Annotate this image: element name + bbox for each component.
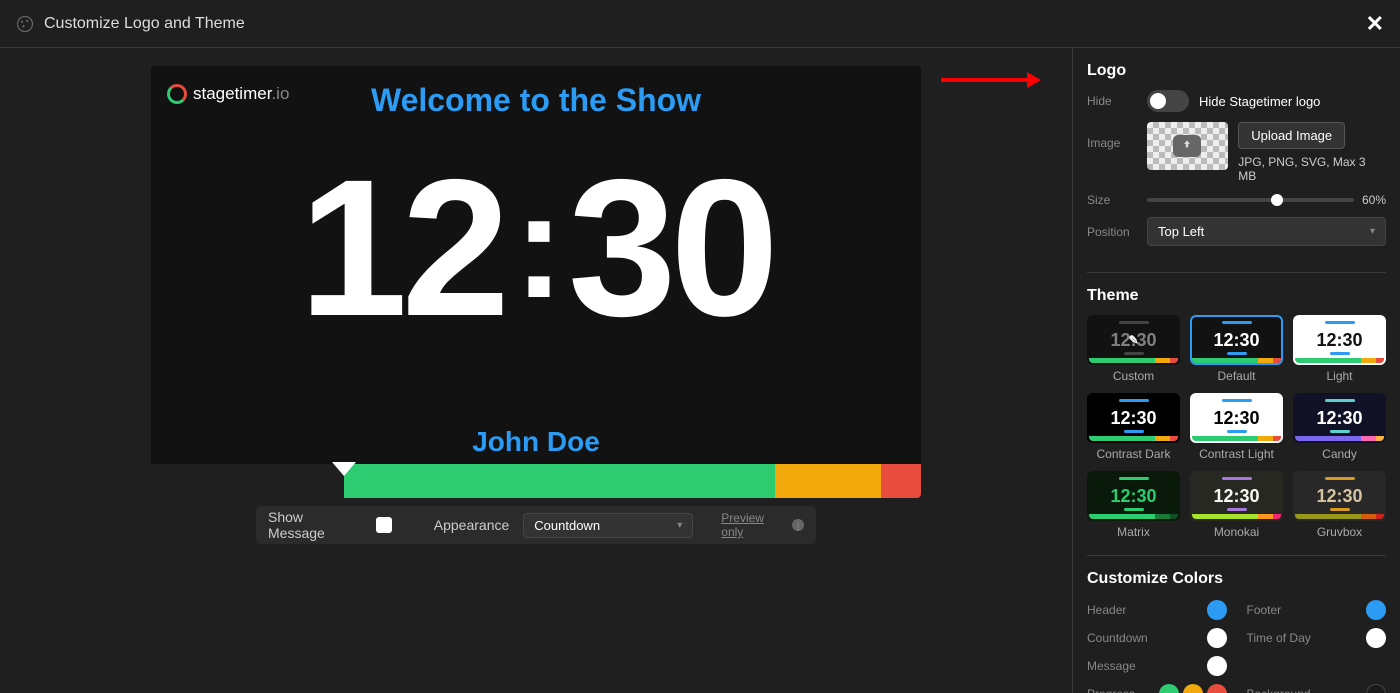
- logo-image-placeholder[interactable]: [1147, 122, 1229, 170]
- appearance-label: Appearance: [434, 517, 510, 533]
- theme-option-monokai[interactable]: 12:30Monokai: [1190, 471, 1283, 539]
- size-slider[interactable]: [1147, 198, 1354, 202]
- theme-option-contrast-light[interactable]: 12:30Contrast Light: [1190, 393, 1283, 461]
- preview-controls: Show Message Appearance Countdown ▾ Prev…: [256, 506, 816, 544]
- colors-heading: Customize Colors: [1087, 570, 1386, 588]
- theme-name: Contrast Dark: [1087, 447, 1180, 461]
- pointer-arrow: [931, 72, 1041, 88]
- upload-icon: [1173, 135, 1201, 157]
- hide-label: Hide: [1087, 94, 1137, 108]
- color-row-countdown: Countdown: [1087, 628, 1227, 648]
- upload-image-button[interactable]: Upload Image: [1238, 122, 1345, 149]
- color-label: Countdown: [1087, 631, 1148, 645]
- time-seconds: 30: [568, 139, 773, 357]
- color-swatch[interactable]: [1366, 600, 1386, 620]
- size-label: Size: [1087, 193, 1137, 207]
- logo-heading: Logo: [1087, 62, 1386, 80]
- theme-option-default[interactable]: 12:30Default: [1190, 315, 1283, 383]
- theme-name: Candy: [1293, 447, 1386, 461]
- color-swatch[interactable]: [1207, 656, 1227, 676]
- dialog-header: Customize Logo and Theme ✕: [0, 0, 1400, 48]
- color-row-time-of-day: Time of Day: [1247, 628, 1387, 648]
- theme-option-custom[interactable]: 12:30✎Custom: [1087, 315, 1180, 383]
- settings-sidebar: Logo Hide Hide Stagetimer logo Image Upl…: [1072, 48, 1400, 693]
- info-icon: i: [792, 519, 804, 531]
- theme-heading: Theme: [1087, 287, 1386, 305]
- color-swatch[interactable]: [1207, 628, 1227, 648]
- dialog-title: Customize Logo and Theme: [44, 15, 245, 33]
- theme-name: Monokai: [1190, 525, 1283, 539]
- theme-name: Custom: [1087, 369, 1180, 383]
- position-label: Position: [1087, 225, 1137, 239]
- color-label: Message: [1087, 659, 1136, 673]
- color-swatch[interactable]: [1207, 684, 1227, 693]
- color-label: Progress: [1087, 687, 1135, 693]
- chevron-down-icon: ▾: [1370, 226, 1375, 237]
- theme-section: Theme 12:30✎Custom12:30Default12:30Light…: [1087, 287, 1386, 556]
- theme-name: Matrix: [1087, 525, 1180, 539]
- color-swatch[interactable]: [1183, 684, 1203, 693]
- theme-name: Light: [1293, 369, 1386, 383]
- stagetimer-logo-icon: [167, 84, 187, 104]
- appearance-select[interactable]: Countdown ▾: [523, 513, 693, 538]
- color-row-header: Header: [1087, 600, 1227, 620]
- color-swatch[interactable]: [1366, 684, 1386, 693]
- color-label: Time of Day: [1247, 631, 1311, 645]
- preview-time: 12:30: [151, 151, 921, 346]
- color-swatch[interactable]: [1366, 628, 1386, 648]
- appearance-value: Countdown: [534, 518, 600, 533]
- chevron-down-icon: ▾: [677, 520, 682, 531]
- customize-colors-section: Customize Colors Header Footer Countdown Ti…: [1087, 570, 1386, 693]
- color-label: Background: [1247, 687, 1311, 693]
- color-row-footer: Footer: [1247, 600, 1387, 620]
- logo-section: Logo Hide Hide Stagetimer logo Image Upl…: [1087, 62, 1386, 273]
- theme-option-contrast-dark[interactable]: 12:30Contrast Dark: [1087, 393, 1180, 461]
- theme-name: Default: [1190, 369, 1283, 383]
- size-value: 60%: [1362, 193, 1386, 207]
- theme-option-candy[interactable]: 12:30Candy: [1293, 393, 1386, 461]
- preview-footer: John Doe: [151, 426, 921, 458]
- hide-logo-toggle[interactable]: [1147, 90, 1189, 112]
- theme-option-matrix[interactable]: 12:30Matrix: [1087, 471, 1180, 539]
- theme-name: Gruvbox: [1293, 525, 1386, 539]
- color-swatch[interactable]: [1159, 684, 1179, 693]
- theme-name: Contrast Light: [1190, 447, 1283, 461]
- position-select[interactable]: Top Left ▾: [1147, 217, 1386, 246]
- hide-logo-text: Hide Stagetimer logo: [1199, 94, 1320, 109]
- color-label: Header: [1087, 603, 1126, 617]
- logo-brand: stagetimer: [193, 84, 271, 103]
- stagetimer-logo: stagetimer.io: [167, 84, 289, 104]
- image-label: Image: [1087, 122, 1137, 150]
- timer-preview: stagetimer.io Welcome to the Show 12:30 …: [151, 66, 921, 498]
- time-minutes: 12: [299, 139, 504, 357]
- color-row-message: Message: [1087, 656, 1227, 676]
- upload-hint: JPG, PNG, SVG, Max 3 MB: [1238, 155, 1386, 183]
- show-message-label: Show Message: [268, 509, 362, 541]
- close-icon[interactable]: ✕: [1366, 11, 1384, 37]
- theme-option-light[interactable]: 12:30Light: [1293, 315, 1386, 383]
- palette-icon: [16, 15, 34, 33]
- theme-option-gruvbox[interactable]: 12:30Gruvbox: [1293, 471, 1386, 539]
- position-value: Top Left: [1158, 224, 1204, 239]
- color-row-background: Background: [1247, 684, 1387, 693]
- pencil-icon: ✎: [1128, 333, 1138, 347]
- preview-area: stagetimer.io Welcome to the Show 12:30 …: [0, 48, 1072, 693]
- preview-progress-bar: [151, 464, 921, 498]
- color-label: Footer: [1247, 603, 1282, 617]
- color-row-progress: Progress: [1087, 684, 1227, 693]
- preview-only-link[interactable]: Preview only i: [721, 511, 804, 539]
- color-swatch[interactable]: [1207, 600, 1227, 620]
- show-message-checkbox[interactable]: [376, 517, 392, 533]
- logo-tld: .io: [271, 84, 289, 103]
